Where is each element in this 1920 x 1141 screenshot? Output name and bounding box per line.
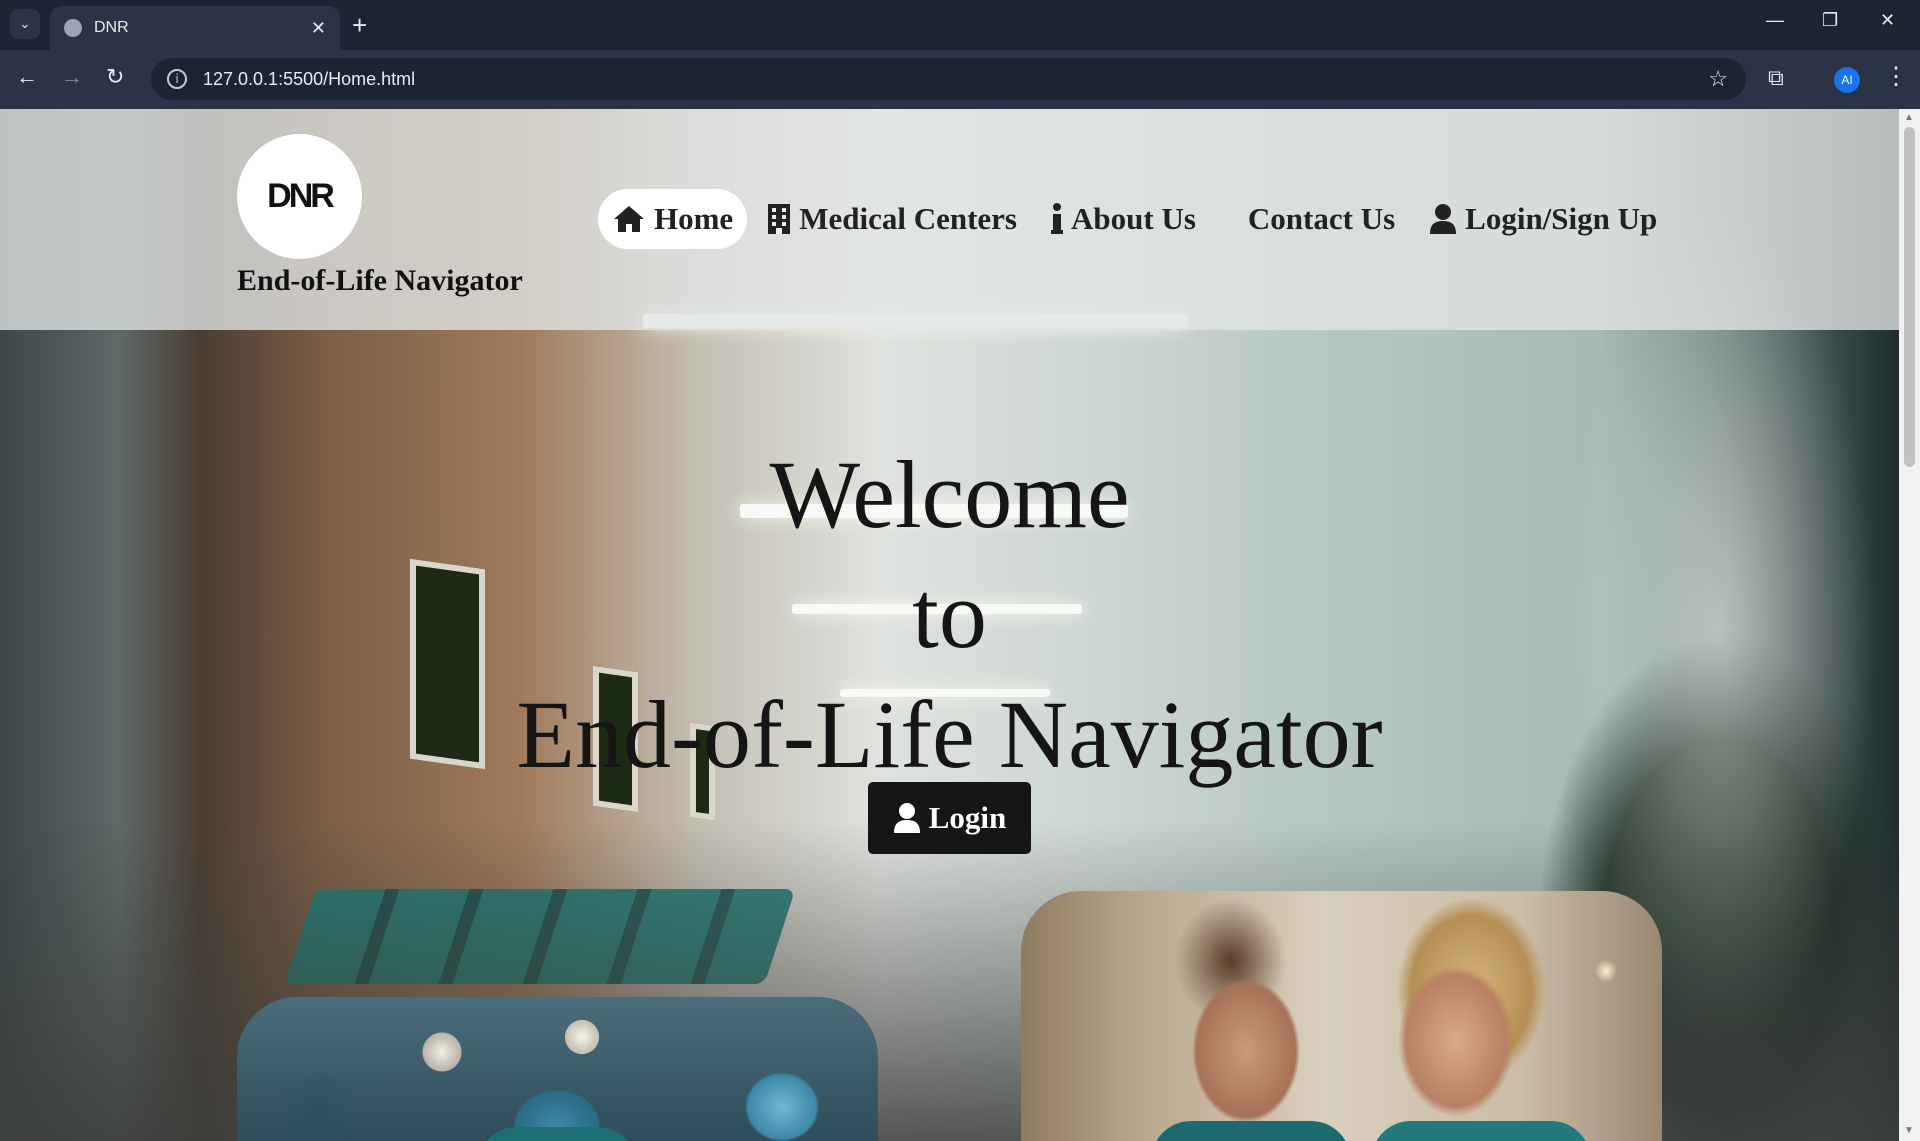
address-bar[interactable]: i 127.0.0.1:5500/Home.html ☆ <box>151 58 1746 100</box>
browser-tab[interactable]: DNR ✕ <box>50 6 340 50</box>
photo-detail <box>477 1127 637 1141</box>
site-header: DNR End-of-Life Navigator Home Medical C… <box>0 109 1899 330</box>
nav-label-about-us: About Us <box>1071 201 1196 236</box>
nav-label-home: Home <box>654 201 734 236</box>
close-icon[interactable]: ✕ <box>311 18 326 39</box>
plus-icon[interactable]: + <box>352 10 367 40</box>
kebab-menu-icon[interactable]: ⋮ <box>1884 62 1908 91</box>
avatar[interactable]: AI <box>1834 67 1860 93</box>
surgeons-photo <box>237 997 878 1141</box>
login-button[interactable]: Login <box>868 782 1031 854</box>
photo-detail <box>1371 1121 1591 1141</box>
star-icon[interactable]: ☆ <box>1708 66 1728 92</box>
info-icon <box>1051 203 1063 234</box>
main-nav: Home Medical Centers About Us Contact Us… <box>598 189 1677 249</box>
page-viewport: DNR End-of-Life Navigator Home Medical C… <box>0 109 1899 1141</box>
browser-toolbar: ← → ↻ i 127.0.0.1:5500/Home.html ☆ ⧉ AI … <box>0 50 1920 109</box>
puzzle-icon[interactable]: ⧉ <box>1768 65 1784 91</box>
page-scrollbar[interactable]: ▲ ▼ <box>1899 109 1920 1141</box>
minimize-icon[interactable]: — <box>1766 10 1784 31</box>
login-button-label: Login <box>928 800 1007 835</box>
user-icon <box>1430 204 1457 234</box>
globe-icon <box>64 19 82 37</box>
user-icon <box>893 803 920 833</box>
nav-item-home[interactable]: Home <box>598 189 748 249</box>
scroll-down-icon[interactable]: ▼ <box>1904 1125 1914 1136</box>
url-text[interactable]: 127.0.0.1:5500/Home.html <box>203 69 415 90</box>
nurses-photo <box>1021 891 1662 1141</box>
photo-detail <box>1151 1121 1351 1141</box>
arrow-left-icon[interactable]: ← <box>16 64 38 90</box>
home-icon <box>614 206 644 232</box>
arrow-right-icon[interactable]: → <box>61 64 83 90</box>
site-logo[interactable]: DNR <box>237 134 362 259</box>
nav-item-contact-us[interactable]: Contact Us <box>1234 189 1409 249</box>
nav-item-medical-centers[interactable]: Medical Centers <box>753 189 1031 249</box>
building-icon <box>768 204 791 234</box>
restore-icon[interactable]: ❐ <box>1822 10 1838 31</box>
browser-tab-bar: ⌄ DNR ✕ + — ❐ ✕ <box>0 0 1920 50</box>
site-name: End-of-Life Navigator <box>237 264 523 297</box>
hero-title-line-2: to <box>912 561 987 668</box>
close-icon[interactable]: ✕ <box>1880 10 1895 31</box>
scroll-up-icon[interactable]: ▲ <box>1904 112 1914 123</box>
nav-label-contact-us: Contact Us <box>1247 201 1396 236</box>
chevron-down-icon[interactable]: ⌄ <box>10 9 40 39</box>
tab-title: DNR <box>94 19 129 36</box>
nav-label-login-signup: Login/Sign Up <box>1465 201 1658 236</box>
scrollbar-thumb[interactable] <box>1904 127 1915 467</box>
logo-text: DNR <box>267 177 335 215</box>
nav-label-medical-centers: Medical Centers <box>799 201 1017 236</box>
hero-title-line-3: End-of-Life Navigator <box>516 681 1383 788</box>
nav-item-about-us[interactable]: About Us <box>1037 189 1210 249</box>
info-icon[interactable]: i <box>167 69 187 89</box>
hero-title-line-1: Welcome <box>769 441 1130 548</box>
reload-icon[interactable]: ↻ <box>106 64 124 90</box>
nav-item-login-signup[interactable]: Login/Sign Up <box>1415 189 1671 249</box>
